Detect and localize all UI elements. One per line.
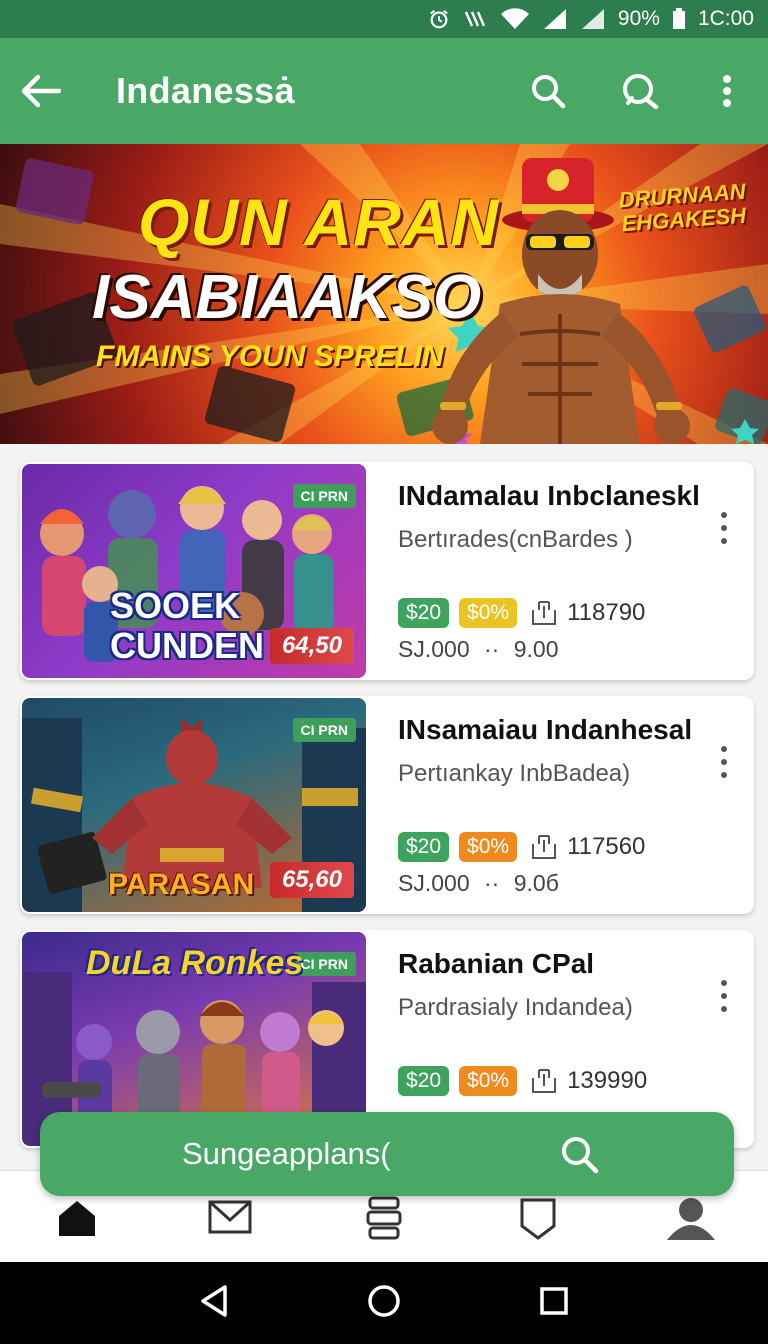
thumbnail-price: 65,60 [269, 862, 354, 898]
battery-percent: 90% [617, 7, 660, 30]
game-subtitle: Pertıankay InbBadea) [398, 760, 631, 787]
page-title: Indanessȧ [116, 70, 295, 111]
nav-library[interactable] [354, 1194, 414, 1242]
overflow-menu-button[interactable] [686, 38, 768, 144]
discount-pill: $0% [459, 598, 518, 628]
circle-home-icon [368, 1284, 400, 1317]
discount-pill: $0% [459, 1066, 518, 1096]
meta-left: SJ.000 [398, 636, 470, 662]
thumbnail-title: SOOEK CUNDEN [110, 585, 265, 666]
game-info: Rabanian CPal Pardrasialy Indandea) $20 … [398, 948, 718, 1096]
download-stat: 118790 [529, 598, 645, 628]
discount-pill: $0% [459, 832, 518, 862]
inbox-icon [208, 1200, 252, 1234]
download-icon [532, 835, 557, 859]
game-thumbnail[interactable]: CI PRN SOOEK CUNDEN 64,50 [22, 464, 366, 678]
search-button[interactable] [502, 38, 594, 144]
system-back-button[interactable] [199, 1284, 229, 1323]
badge-icon [520, 1198, 556, 1240]
game-name: INdamalau Inbclaneskl [398, 480, 700, 511]
game-meta: SJ.000 ·· 9.00 [398, 636, 718, 663]
download-count: 139990 [567, 1067, 648, 1094]
chat-search-button[interactable] [594, 38, 686, 144]
download-icon [532, 601, 557, 625]
meta-right: 9.0б [513, 870, 559, 896]
game-info: INdamalau Inbclaneskl Bertırades(cnBarde… [398, 480, 718, 663]
alarm-icon [428, 8, 450, 30]
game-name: Rabanian CPal [398, 948, 595, 979]
signal-2-icon [580, 8, 606, 30]
game-name: INsamaiau Indanhesal [398, 714, 693, 745]
download-icon [532, 1069, 557, 1093]
meta-left: SJ.000 [398, 870, 470, 896]
triangle-back-icon [201, 1284, 227, 1317]
arrow-left-icon [21, 74, 61, 108]
banner-badge-text: DRURNAAN EHGAKESH [617, 178, 747, 237]
price-pill: $20 [398, 832, 450, 862]
wifi-icon [500, 8, 530, 30]
thumbnail-tag: CI PRN [292, 718, 356, 742]
game-stats-row: $20 $0% 117560 [398, 832, 718, 862]
signal-icon [542, 8, 568, 30]
game-stats-row: $20 $0% 118790 [398, 598, 718, 628]
nav-badges[interactable] [508, 1194, 568, 1242]
thumbnail-title: PARASAN [108, 868, 255, 901]
status-bar: 90% 1C:00 [0, 0, 768, 38]
clock: 1C:00 [697, 7, 754, 30]
vibrate-icon [462, 8, 488, 30]
square-recents-icon [540, 1286, 568, 1315]
card-overflow-button[interactable] [714, 976, 734, 1016]
banner-headline-3: FMAINS YOUN SPRELIN [96, 340, 444, 373]
promo-banner[interactable]: QUN ARAN ISABIAAKSO FMAINS YOUN SPRELIN … [0, 144, 768, 444]
chat-search-icon [623, 74, 659, 109]
meta-separator: ·· [484, 636, 500, 662]
download-count: 117560 [567, 833, 646, 860]
more-vertical-icon [723, 75, 731, 107]
library-icon [366, 1196, 402, 1240]
game-info: INsamaiau Indanhesal Pertıankay InbBadea… [398, 714, 718, 897]
download-stat: 117560 [529, 832, 645, 862]
nav-profile[interactable] [661, 1194, 721, 1242]
download-stat: 139990 [529, 1066, 647, 1096]
meta-separator: ·· [484, 870, 500, 896]
system-recents-button[interactable] [539, 1286, 569, 1321]
meta-right: 9.00 [513, 636, 559, 662]
download-count: 118790 [567, 599, 646, 626]
game-stats-row: $20 $0% 139990 [398, 1066, 718, 1096]
card-overflow-button[interactable] [714, 742, 734, 782]
profile-icon [667, 1198, 716, 1240]
search-icon [532, 75, 566, 109]
price-pill: $20 [398, 1066, 450, 1096]
card-overflow-button[interactable] [714, 508, 734, 548]
game-subtitle: Bertırades(cnBardes ) [398, 526, 633, 553]
back-button[interactable] [0, 38, 82, 144]
floating-search-label: Sungeapplans( [182, 1136, 391, 1171]
game-subtitle: Pardrasialy Indandea) [398, 994, 633, 1021]
search-icon [562, 1137, 599, 1174]
game-meta: SJ.000 ·· 9.0б [398, 870, 718, 897]
thumbnail-tag: CI PRN [292, 484, 356, 508]
battery-icon [672, 8, 686, 30]
floating-search-bar[interactable]: Sungeapplans( [40, 1112, 734, 1196]
price-pill: $20 [398, 598, 450, 628]
app-bar: Indanessȧ [0, 38, 768, 144]
thumbnail-price: 64,50 [269, 628, 354, 664]
game-card[interactable]: CI PRN PARASAN 65,60 INsamaiau Indanhesa… [20, 696, 754, 914]
thumbnail-title: DuLa Ronkes [86, 944, 304, 982]
game-thumbnail[interactable]: CI PRN PARASAN 65,60 [22, 698, 366, 912]
game-card[interactable]: CI PRN SOOEK CUNDEN 64,50 INdamalau Inbc… [20, 462, 754, 680]
nav-home[interactable] [47, 1194, 107, 1242]
nav-inbox[interactable] [200, 1194, 260, 1242]
floating-search-button[interactable] [544, 1134, 614, 1174]
home-icon [58, 1201, 95, 1236]
system-navigation-bar [0, 1262, 768, 1344]
system-home-button[interactable] [367, 1284, 401, 1323]
